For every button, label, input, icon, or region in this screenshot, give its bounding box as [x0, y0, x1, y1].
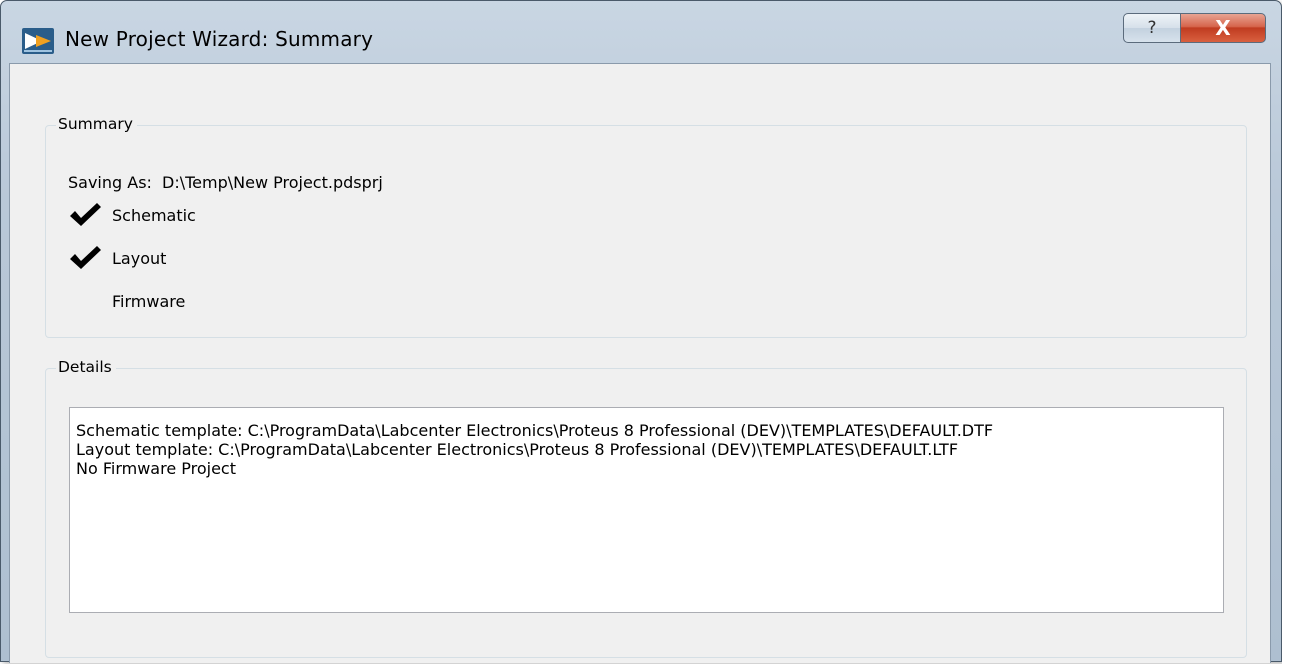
details-group-label: Details	[56, 358, 116, 376]
close-icon: X	[1215, 16, 1231, 40]
details-line: Layout template: C:\ProgramData\Labcente…	[76, 440, 959, 459]
details-line: No Firmware Project	[76, 459, 236, 478]
proteus-app-icon	[22, 28, 54, 54]
details-group: Details Schematic template: C:\ProgramDa…	[45, 358, 1247, 658]
close-button[interactable]: X	[1180, 13, 1266, 43]
help-button[interactable]: ?	[1123, 13, 1181, 43]
checkmark-icon	[68, 202, 102, 228]
saving-as-row: Saving As: D:\Temp\New Project.pdsprj	[68, 173, 383, 192]
window-title: New Project Wizard: Summary	[65, 27, 374, 51]
saving-as-label: Saving As:	[68, 173, 152, 192]
help-icon: ?	[1147, 18, 1157, 38]
details-line: Schematic template: C:\ProgramData\Labce…	[76, 421, 994, 440]
title-bar[interactable]: New Project Wizard: Summary ? X	[1, 1, 1281, 61]
summary-group-label: Summary	[56, 115, 137, 133]
wizard-window: New Project Wizard: Summary ? X Summary …	[0, 0, 1282, 663]
summary-item-layout: Layout	[68, 245, 166, 271]
checkmark-icon	[68, 245, 102, 271]
summary-group: Summary Saving As: D:\Temp\New Project.pd…	[45, 115, 1247, 338]
summary-item-label: Layout	[112, 248, 167, 268]
wizard-client-area: Summary Saving As: D:\Temp\New Project.pd…	[9, 63, 1271, 663]
saving-as-path: D:\Temp\New Project.pdsprj	[162, 173, 383, 192]
summary-item-label: Firmware	[112, 291, 186, 311]
details-text-area[interactable]: Schematic template: C:\ProgramData\Labce…	[69, 407, 1224, 613]
summary-item-schematic: Schematic	[68, 202, 196, 228]
page-margin	[1282, 0, 1294, 664]
summary-item-label: Schematic	[112, 205, 196, 225]
